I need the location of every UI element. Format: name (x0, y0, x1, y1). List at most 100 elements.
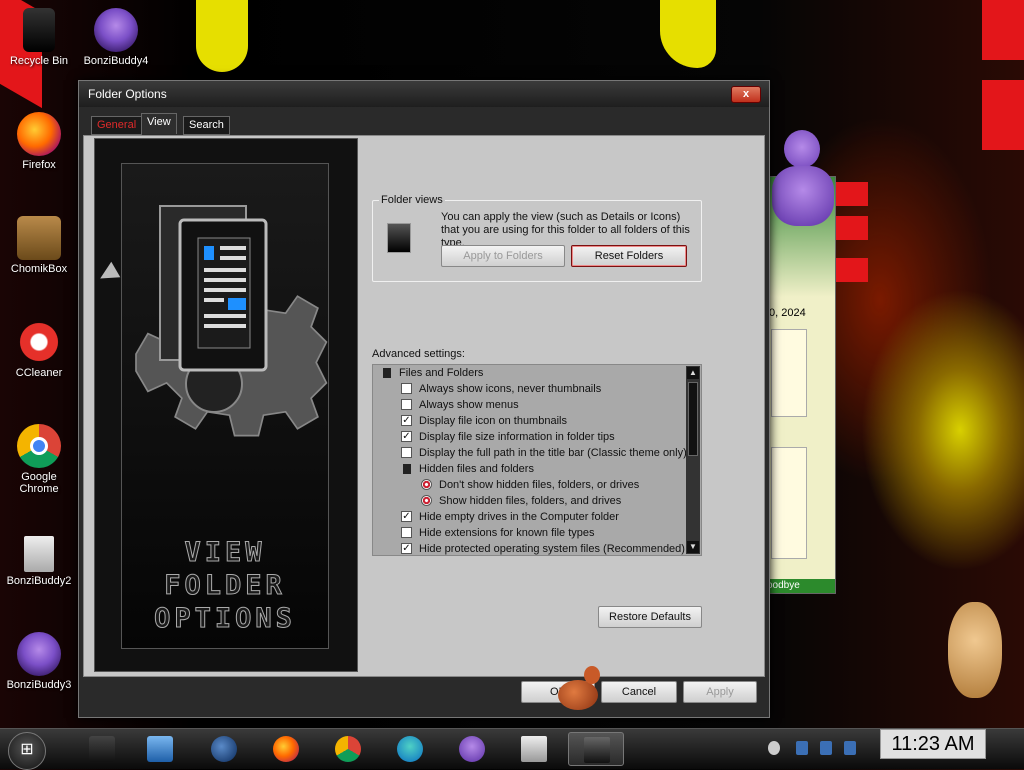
advanced-setting-label: Display file size information in folder … (419, 431, 615, 443)
folder-icon (24, 536, 54, 572)
desktop-icon-recycle-bin[interactable]: Recycle Bin (3, 8, 75, 67)
scroll-up-icon[interactable]: ▲ (687, 367, 699, 379)
bonzibuddy-icon (94, 8, 138, 52)
scroll-thumb[interactable] (688, 382, 698, 456)
chicken-head (584, 666, 600, 684)
checkbox[interactable] (401, 399, 412, 410)
checkbox[interactable] (401, 527, 412, 538)
folder-icon (521, 736, 547, 762)
advanced-setting-label: Hide extensions for known file types (419, 527, 595, 539)
desktop-icon-bonzibuddy4[interactable]: BonziBuddy4 (80, 8, 152, 67)
taskbar-item-firefox[interactable] (258, 732, 314, 766)
scroll-down-icon[interactable]: ▼ (687, 541, 699, 553)
background-window-card (771, 329, 807, 417)
desktop-icon-label: Google Chrome (19, 471, 59, 495)
dialog-title: Folder Options (88, 87, 167, 101)
ccleaner-icon (17, 320, 61, 364)
bonzibuddy-head (784, 130, 820, 168)
radio-button[interactable] (421, 479, 432, 490)
desktop-icon-label: CCleaner (15, 367, 63, 379)
advanced-setting-label: Hide protected operating system files (R… (419, 543, 685, 555)
dialog-titlebar[interactable]: Folder Options x (79, 81, 769, 107)
bonzibuddy-icon (459, 736, 485, 762)
tray-arrow-icon[interactable] (768, 741, 780, 755)
advanced-setting-label: Hidden files and folders (419, 463, 534, 475)
taskbar-item-media-player[interactable] (132, 732, 188, 766)
close-button[interactable]: x (731, 86, 761, 103)
artwork-title: VIEW FOLDER OPTIONS (154, 537, 296, 635)
restore-defaults-button[interactable]: Restore Defaults (598, 606, 702, 628)
advanced-settings-list[interactable]: Files and Folders Always show icons, neve… (372, 364, 702, 556)
bonzibuddy-body (772, 166, 834, 226)
folder-icon (383, 368, 391, 378)
checkbox[interactable]: ✓ (401, 543, 412, 554)
taskbar-item-explorer[interactable] (74, 732, 130, 766)
taskbar-item-chrome[interactable] (320, 732, 376, 766)
tray-volume-icon[interactable] (844, 741, 856, 755)
bonzibuddy-character[interactable] (768, 130, 838, 240)
background-window-date: 0, 2024 (769, 307, 806, 319)
advanced-setting-label: Display file icon on thumbnails (419, 415, 567, 427)
taskbar-item-globe[interactable] (196, 732, 252, 766)
desktop-icon-label: ChomikBox (10, 263, 68, 275)
chomikbox-icon (17, 216, 61, 260)
advanced-setting-label: Show hidden files, folders, and drives (439, 495, 622, 507)
taskbar-item-folder[interactable] (506, 732, 562, 766)
wallpaper-stripe (982, 0, 1024, 60)
wallpaper-stripe (982, 80, 1024, 150)
checkbox[interactable] (401, 383, 412, 394)
artwork-frame: VIEW FOLDER OPTIONS (121, 163, 329, 649)
tab-general[interactable]: General (91, 116, 143, 135)
close-icon: x (742, 88, 750, 100)
desktop-icon-label: BonziBuddy2 (6, 575, 72, 587)
tab-search[interactable]: Search (183, 116, 230, 135)
clock[interactable]: 11:23 AM (880, 729, 986, 759)
tab-view[interactable]: View (141, 113, 177, 134)
desktop-icon-bonzibuddy3[interactable]: BonziBuddy3 (3, 632, 75, 691)
apply-button[interactable]: Apply (683, 681, 757, 703)
checkbox[interactable]: ✓ (401, 431, 412, 442)
edge-icon (397, 736, 423, 762)
taskbar-item-folder-options[interactable] (568, 732, 624, 766)
apply-to-folders-button[interactable]: Apply to Folders (441, 245, 565, 267)
checkbox[interactable]: ✓ (401, 511, 412, 522)
folder-view-icon (387, 223, 411, 253)
start-button[interactable]: ⊞ (8, 732, 46, 770)
radio-button[interactable] (421, 495, 432, 506)
explorer-icon (89, 736, 115, 762)
tray-network-icon[interactable] (820, 741, 832, 755)
chicken-character[interactable] (548, 664, 606, 720)
taskbar-item-bonzibuddy[interactable] (444, 732, 500, 766)
wallpaper-stripe (836, 258, 868, 282)
folder-views-group: Folder views You can apply the view (suc… (372, 194, 702, 282)
arrow-icon (95, 261, 121, 287)
taskbar-item-edge[interactable] (382, 732, 438, 766)
folder-gear-icon (135, 205, 328, 437)
checkbox[interactable]: ✓ (401, 415, 412, 426)
desktop-icon-google-chrome[interactable]: Google Chrome (3, 424, 75, 495)
recycle-bin-icon (23, 8, 55, 52)
folder-views-legend: Folder views (379, 194, 445, 206)
desktop-icon-ccleaner[interactable]: CCleaner (3, 320, 75, 379)
bonzibuddy-icon (17, 632, 61, 676)
desktop-icon-firefox[interactable]: Firefox (3, 112, 75, 171)
advanced-setting-label: Files and Folders (399, 367, 484, 379)
theme-artwork: VIEW FOLDER OPTIONS (94, 138, 358, 672)
cancel-button[interactable]: Cancel (601, 681, 677, 703)
background-window-status: oodbye (767, 579, 835, 593)
folder-options-dialog[interactable]: Folder Options x General View Search VIE… (78, 80, 770, 718)
checkbox[interactable] (401, 447, 412, 458)
globe-icon (211, 736, 237, 762)
desktop-icon-bonzibuddy2[interactable]: BonziBuddy2 (3, 536, 75, 587)
hamster-character[interactable] (944, 602, 1004, 702)
advanced-settings-label: Advanced settings: (372, 348, 465, 360)
advanced-setting-label: Always show menus (419, 399, 519, 411)
folder-options-icon (584, 737, 610, 763)
desktop-icon-chomikbox[interactable]: ChomikBox (3, 216, 75, 275)
tray-security-icon[interactable] (796, 741, 808, 755)
desktop-icon-label: BonziBuddy3 (6, 679, 72, 691)
reset-folders-button[interactable]: Reset Folders (571, 245, 687, 267)
advanced-settings-scrollbar[interactable]: ▲ ▼ (686, 366, 700, 554)
wallpaper-stripe (836, 216, 868, 240)
media-player-icon (147, 736, 173, 762)
